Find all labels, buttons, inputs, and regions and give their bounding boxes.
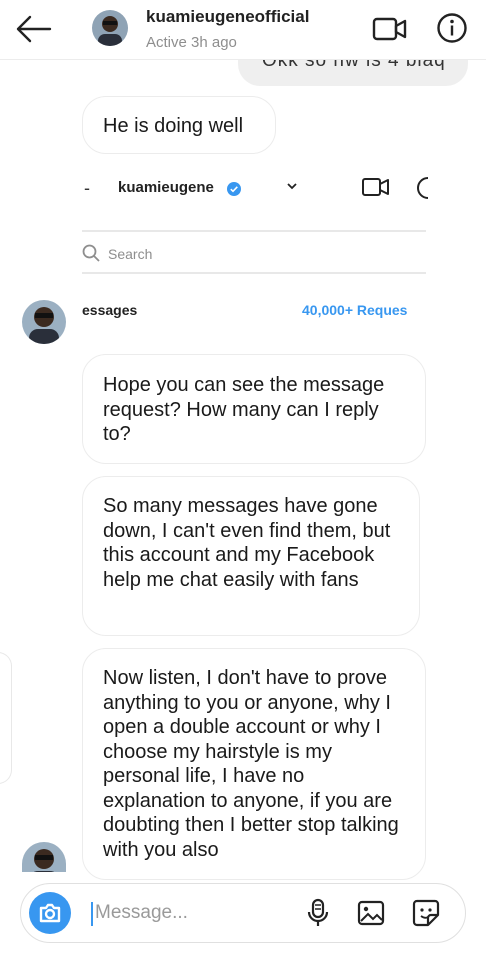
- search-icon: [82, 244, 100, 262]
- chevron-down-icon: [287, 183, 297, 190]
- avatar[interactable]: [92, 10, 128, 46]
- incoming-message-bubble[interactable]: He is doing well: [82, 96, 276, 154]
- incoming-message-bubble[interactable]: Now listen, I don't have to prove anythi…: [82, 648, 426, 880]
- camera-icon: [39, 903, 61, 923]
- verified-badge-icon: [227, 182, 241, 196]
- screenshot-username: kuamieugene: [118, 179, 214, 196]
- screenshot-dash: -: [84, 178, 90, 198]
- chat-username[interactable]: kuamieugeneofficial: [146, 7, 309, 27]
- message-text: Now listen, I don't have to prove anythi…: [103, 667, 399, 861]
- camera-button[interactable]: [29, 892, 71, 934]
- screenshot-requests-label: 40,000+ Reques: [302, 302, 408, 318]
- message-input[interactable]: [95, 898, 295, 928]
- screenshot-divider: [82, 272, 426, 274]
- message-text: Hope you can see the message request? Ho…: [103, 374, 385, 445]
- message-text: He is doing well: [103, 115, 244, 137]
- shared-screenshot-image[interactable]: - kuamieugene Search essages 40,000+ Req…: [82, 162, 428, 322]
- outgoing-bubble-edge: [0, 652, 12, 784]
- avatar[interactable]: [22, 300, 66, 344]
- video-camera-icon: [362, 178, 389, 196]
- screenshot-messages-label: essages: [82, 302, 138, 318]
- avatar[interactable]: [22, 842, 66, 872]
- active-status: Active 3h ago: [146, 34, 237, 51]
- image-gallery-icon[interactable]: [357, 900, 385, 926]
- incoming-message-bubble[interactable]: Hope you can see the message request? Ho…: [82, 354, 426, 464]
- microphone-icon[interactable]: [307, 898, 329, 928]
- text-cursor: [91, 902, 93, 926]
- message-composer: [20, 883, 466, 943]
- info-icon-cropped: [417, 177, 428, 199]
- video-camera-icon[interactable]: [372, 14, 408, 44]
- screenshot-divider: [82, 230, 426, 232]
- sticker-icon[interactable]: [411, 898, 441, 928]
- chat-header: kuamieugeneofficial Active 3h ago: [0, 0, 486, 60]
- arrow-left-icon[interactable]: [14, 12, 52, 46]
- message-text: So many messages have gone down, I can't…: [103, 495, 391, 591]
- incoming-message-bubble[interactable]: So many messages have gone down, I can't…: [82, 476, 420, 636]
- info-circle-icon[interactable]: [436, 12, 468, 44]
- screenshot-search-placeholder: Search: [108, 246, 153, 262]
